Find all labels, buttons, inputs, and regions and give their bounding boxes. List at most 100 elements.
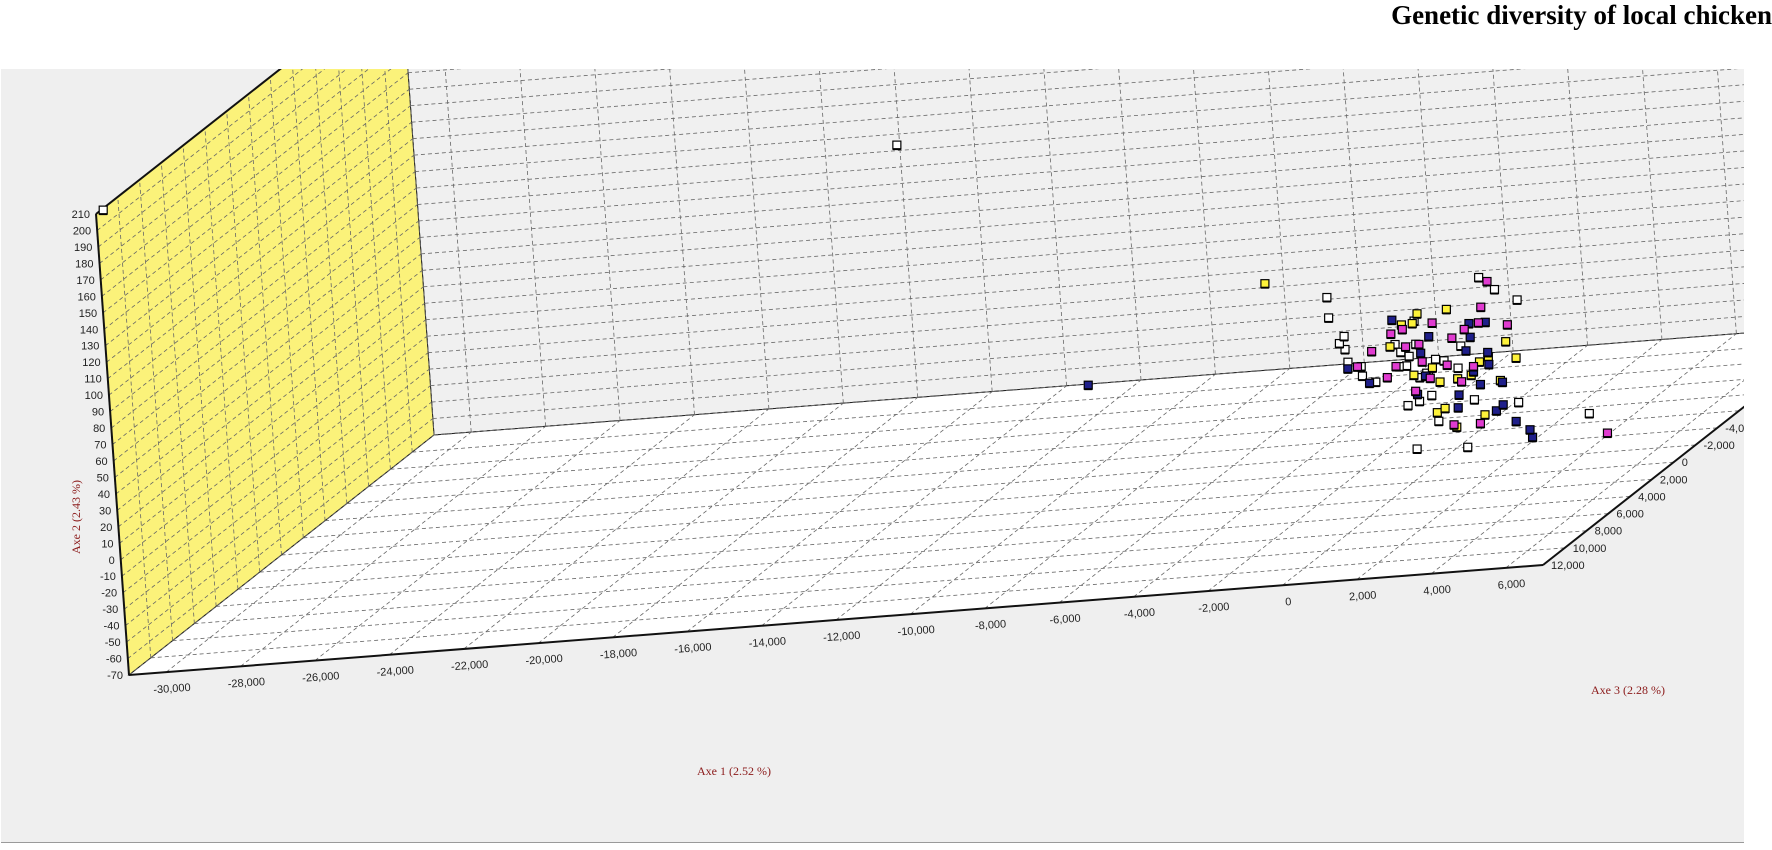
data-point	[1432, 408, 1442, 418]
data-point	[1475, 418, 1486, 429]
data-point	[1424, 332, 1434, 342]
data-point	[1511, 353, 1521, 363]
data-point	[1411, 386, 1421, 396]
y-tick-label: -40	[104, 621, 120, 633]
data-point	[1459, 324, 1469, 335]
data-point	[1447, 333, 1457, 343]
y-tick-label: 200	[73, 225, 91, 237]
data-point	[1457, 377, 1467, 387]
data-point	[1454, 390, 1464, 400]
z-tick-label: 0	[1682, 457, 1688, 469]
data-point	[1386, 329, 1396, 339]
data-point	[1475, 379, 1486, 390]
x-tick-label: -8,000	[975, 618, 1007, 632]
y-tick-label: -20	[101, 588, 117, 600]
z-axis-label: Axe 3 (2.28 %)	[1591, 683, 1665, 697]
data-point	[1324, 313, 1334, 323]
data-point	[1497, 377, 1508, 387]
z-tick-label: 4,000	[1638, 491, 1666, 503]
y-tick-label: 190	[74, 242, 92, 254]
x-tick-label: 2,000	[1349, 590, 1377, 604]
data-point	[1468, 361, 1479, 372]
data-point	[1414, 339, 1424, 350]
data-point	[1449, 420, 1459, 430]
data-point	[1484, 359, 1494, 370]
data-point	[1385, 342, 1395, 352]
y-tick-label: 210	[72, 209, 90, 221]
y-tick-label: 160	[78, 291, 96, 303]
data-point	[1435, 377, 1445, 387]
data-point	[1511, 416, 1521, 427]
data-point	[1512, 295, 1522, 305]
data-point	[1412, 444, 1422, 454]
data-point	[1461, 346, 1471, 356]
y-tick-label: 110	[84, 374, 102, 386]
y-tick-label: 20	[100, 522, 112, 534]
data-point	[1473, 318, 1484, 328]
y-tick-label: -50	[105, 637, 121, 649]
data-point	[1440, 403, 1450, 413]
data-point	[1465, 332, 1475, 342]
x-tick-label: -4,000	[1123, 607, 1155, 621]
x-tick-label: -20,000	[525, 653, 563, 668]
y-tick-label: 150	[79, 308, 97, 320]
data-point	[1425, 373, 1435, 383]
x-tick-label: -14,000	[748, 636, 786, 651]
data-point	[1343, 364, 1353, 374]
data-point	[1482, 276, 1492, 287]
data-point	[1403, 400, 1413, 411]
data-point	[1483, 347, 1493, 358]
data-point	[1412, 309, 1422, 319]
data-point	[1514, 397, 1524, 408]
data-point	[1322, 292, 1332, 303]
y-tick-label: 0	[109, 555, 115, 567]
data-point	[1397, 324, 1407, 335]
x-tick-label: -6,000	[1049, 613, 1081, 627]
y-tick-label: 40	[98, 489, 110, 501]
data-point	[1391, 361, 1401, 372]
data-point	[1501, 337, 1511, 347]
data-point	[1352, 362, 1363, 372]
data-point	[1463, 442, 1473, 452]
data-point	[1416, 348, 1426, 358]
data-point	[1083, 380, 1093, 390]
y-tick-label: 60	[95, 456, 107, 468]
data-point	[98, 205, 108, 215]
data-point	[1260, 279, 1270, 289]
data-point	[1382, 372, 1392, 383]
data-point	[1469, 395, 1480, 405]
y-axis-label: Axe 2 (2.43 %)	[69, 480, 83, 554]
data-point	[1430, 354, 1441, 364]
y-tick-label: 100	[85, 390, 103, 402]
data-point	[1402, 361, 1412, 371]
page-title: Genetic diversity of local chicken	[1391, 0, 1772, 30]
data-point	[1387, 315, 1397, 325]
data-point	[1404, 351, 1414, 361]
x-tick-label: 4,000	[1423, 584, 1451, 598]
y-tick-label: -30	[102, 604, 118, 616]
scatter-3d-chart: -30,000 -28,000 -26,000 -24,000 -22,000 -20,0…	[69, 69, 1744, 778]
z-tick-label: 2,000	[1660, 474, 1688, 486]
data-point	[1442, 360, 1452, 370]
y-tick-label: 80	[93, 423, 105, 435]
x-tick-label: -18,000	[599, 647, 637, 662]
data-point	[1441, 304, 1451, 315]
data-point	[1339, 331, 1349, 342]
data-point	[1476, 302, 1486, 312]
data-point	[1502, 320, 1512, 330]
y-tick-label: -60	[106, 654, 122, 666]
data-point	[1453, 363, 1463, 373]
data-point	[1525, 425, 1535, 435]
data-point	[1489, 284, 1500, 295]
data-point	[1364, 378, 1375, 388]
data-point	[1453, 403, 1463, 413]
y-tick-label: 140	[80, 324, 98, 336]
z-tick-label: 6,000	[1616, 509, 1644, 521]
x-tick-label: -2,000	[1198, 601, 1230, 615]
z-tick-label: 8,000	[1595, 526, 1623, 538]
y-tick-label: 180	[75, 258, 93, 270]
x-tick-label: -30,000	[153, 682, 191, 697]
y-tick-label: -10	[100, 571, 116, 583]
z-tick-label: 10,000	[1573, 543, 1607, 555]
data-point	[1602, 428, 1613, 438]
